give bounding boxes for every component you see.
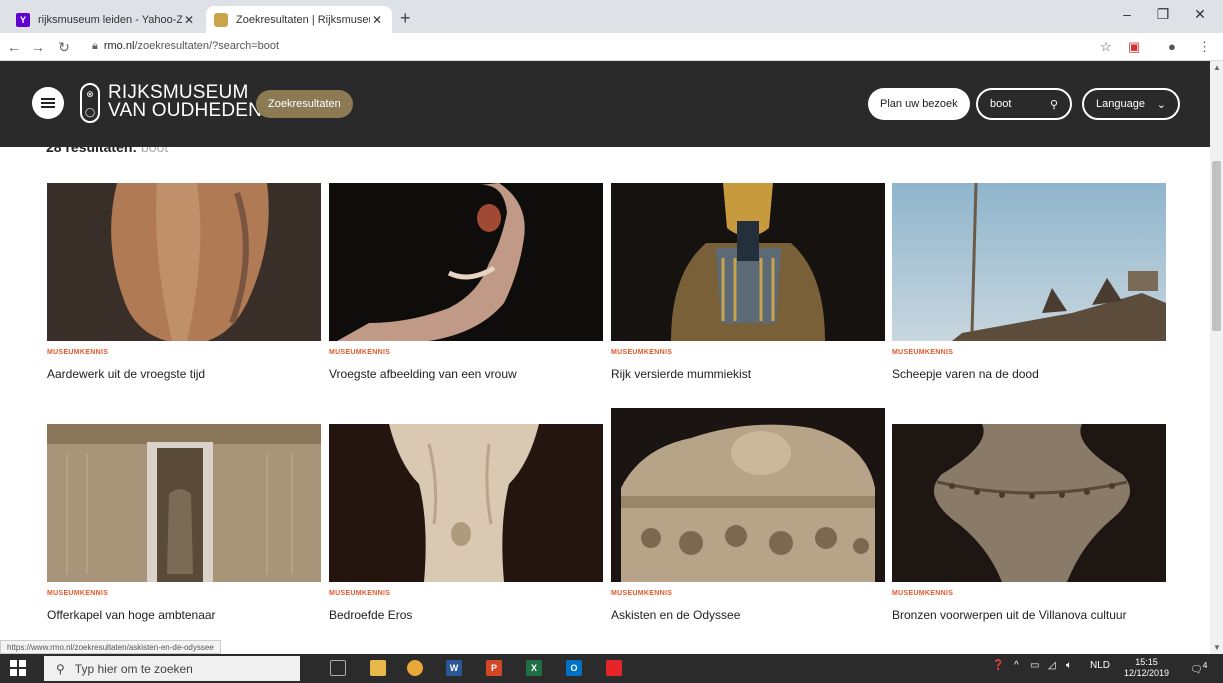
taskbar: ⚲ Typ hier om te zoeken W P X O ❓ ^ ▭ ◿ … bbox=[0, 654, 1223, 683]
result-image[interactable] bbox=[892, 424, 1166, 582]
card-title[interactable]: Offerkapel van hoge ambtenaar bbox=[47, 608, 216, 622]
language-indicator[interactable]: NLD bbox=[1090, 660, 1110, 671]
outlook-icon[interactable]: O bbox=[566, 660, 582, 676]
card-title[interactable]: Aardewerk uit de vroegste tijd bbox=[47, 367, 205, 381]
tray-expand-icon[interactable]: ^ bbox=[1014, 660, 1019, 671]
scroll-down-arrow-icon[interactable]: ▼ bbox=[1213, 643, 1221, 652]
page-viewport: 28 resultaten: boot MUSEUMKENNIS Aardewe… bbox=[0, 61, 1210, 654]
category-label: MUSEUMKENNIS bbox=[892, 349, 954, 356]
close-tab-icon[interactable]: ✕ bbox=[370, 13, 384, 27]
category-label: MUSEUMKENNIS bbox=[329, 349, 391, 356]
taskbar-search-input[interactable]: ⚲ Typ hier om te zoeken bbox=[44, 656, 300, 681]
menu-button[interactable] bbox=[32, 87, 64, 119]
category-label: MUSEUMKENNIS bbox=[611, 590, 673, 597]
browser-menu-icon[interactable]: ⋮ bbox=[1198, 39, 1211, 55]
language-select[interactable]: Language ⌄ bbox=[1082, 88, 1180, 120]
browser-tab-bar: Y rijksmuseum leiden - Yahoo-Zoe ✕ Zoekr… bbox=[0, 0, 1223, 33]
plan-visit-button[interactable]: Plan uw bezoek bbox=[868, 88, 970, 120]
yahoo-favicon-icon: Y bbox=[16, 12, 30, 27]
result-card[interactable]: MUSEUMKENNIS Offerkapel van hoge ambtena… bbox=[47, 424, 321, 622]
result-image[interactable] bbox=[329, 424, 603, 582]
card-title[interactable]: Rijk versierde mummiekist bbox=[611, 367, 751, 381]
powerpoint-icon[interactable]: P bbox=[486, 660, 502, 676]
network-icon[interactable]: ◿ bbox=[1048, 660, 1056, 671]
category-label: MUSEUMKENNIS bbox=[47, 349, 109, 356]
result-card[interactable]: MUSEUMKENNIS Vroegste afbeelding van een… bbox=[329, 183, 603, 381]
site-header: ⊗ ◯ RIJKSMUSEUM VAN OUDHEDEN Zoekresultat… bbox=[0, 61, 1210, 147]
card-title[interactable]: Scheepje varen na de dood bbox=[892, 367, 1039, 381]
hamburger-icon bbox=[41, 98, 55, 108]
card-title[interactable]: Bronzen voorwerpen uit de Villanova cult… bbox=[892, 608, 1127, 622]
tab-rmo[interactable]: Zoekresultaten | Rijksmuseum va ✕ bbox=[206, 6, 392, 33]
result-image[interactable] bbox=[892, 183, 1166, 341]
result-image[interactable] bbox=[611, 408, 885, 582]
lock-icon: 🔒︎ bbox=[92, 40, 98, 52]
address-bar: ← → ↻ 🔒︎ rmo.nl/zoekresultaten/?search=bo… bbox=[0, 33, 1223, 61]
card-title[interactable]: Bedroefde Eros bbox=[329, 608, 412, 622]
result-card[interactable]: MUSEUMKENNIS Askisten en de Odyssee bbox=[611, 408, 885, 622]
clock[interactable]: 15:15 12/12/2019 bbox=[1124, 657, 1169, 679]
search-icon: ⚲ bbox=[56, 661, 65, 676]
scroll-thumb[interactable] bbox=[1212, 161, 1221, 331]
category-label: MUSEUMKENNIS bbox=[611, 349, 673, 356]
profile-avatar-icon[interactable]: ● bbox=[1168, 39, 1176, 54]
battery-icon[interactable]: ▭ bbox=[1030, 660, 1039, 671]
search-icon[interactable]: ⚲ bbox=[1050, 98, 1058, 111]
notification-icon[interactable]: 🗨︎4 bbox=[1190, 660, 1207, 675]
result-card[interactable]: MUSEUMKENNIS Bedroefde Eros bbox=[329, 424, 603, 622]
category-label: MUSEUMKENNIS bbox=[329, 590, 391, 597]
back-arrow-icon[interactable]: ← bbox=[6, 39, 22, 55]
status-url: https://www.rmo.nl/zoekresultaten/askist… bbox=[0, 640, 221, 654]
task-view-icon[interactable] bbox=[330, 660, 346, 676]
result-card[interactable]: MUSEUMKENNIS Bronzen voorwerpen uit de V… bbox=[892, 424, 1166, 622]
result-image[interactable] bbox=[47, 424, 321, 582]
card-title[interactable]: Vroegste afbeelding van een vrouw bbox=[329, 367, 517, 381]
chrome-icon[interactable] bbox=[407, 660, 423, 676]
result-image[interactable] bbox=[611, 183, 885, 341]
page-scrollbar[interactable]: ▲ ▼ bbox=[1210, 61, 1223, 654]
reload-icon[interactable]: ↻ bbox=[56, 39, 72, 56]
site-logo[interactable]: RIJKSMUSEUM VAN OUDHEDEN bbox=[108, 83, 262, 120]
tab-title: Zoekresultaten | Rijksmuseum va bbox=[236, 13, 370, 26]
search-input[interactable]: boot ⚲ bbox=[976, 88, 1072, 120]
pdf-reader-icon[interactable] bbox=[606, 660, 622, 676]
bookmark-star-icon[interactable]: ☆ bbox=[1100, 39, 1112, 55]
excel-icon[interactable]: X bbox=[526, 660, 542, 676]
extension-icon[interactable]: ▣ bbox=[1128, 39, 1140, 55]
result-card[interactable]: MUSEUMKENNIS Rijk versierde mummiekist bbox=[611, 183, 885, 381]
file-explorer-icon[interactable] bbox=[370, 660, 386, 676]
windows-start-icon[interactable] bbox=[10, 660, 26, 676]
result-card[interactable]: MUSEUMKENNIS Aardewerk uit de vroegste t… bbox=[47, 183, 321, 381]
maximize-icon[interactable]: ❐ bbox=[1153, 6, 1173, 23]
window-close-icon[interactable]: ✕ bbox=[1190, 6, 1210, 23]
card-title[interactable]: Askisten en de Odyssee bbox=[611, 608, 740, 622]
help-icon[interactable]: ❓ bbox=[992, 660, 1004, 671]
word-icon[interactable]: W bbox=[446, 660, 462, 676]
notification-count: 4 bbox=[1202, 660, 1208, 670]
tab-yahoo[interactable]: Y rijksmuseum leiden - Yahoo-Zoe ✕ bbox=[8, 6, 204, 33]
category-label: MUSEUMKENNIS bbox=[892, 590, 954, 597]
volume-icon[interactable]: 🔈︎ bbox=[1066, 660, 1072, 671]
category-label: MUSEUMKENNIS bbox=[47, 590, 109, 597]
minimize-icon[interactable]: – bbox=[1117, 6, 1137, 22]
close-tab-icon[interactable]: ✕ bbox=[182, 13, 196, 27]
chevron-down-icon: ⌄ bbox=[1156, 98, 1166, 111]
forward-arrow-icon[interactable]: → bbox=[30, 39, 46, 55]
rmo-favicon-icon bbox=[214, 12, 228, 27]
new-tab-plus-icon[interactable]: + bbox=[400, 8, 411, 29]
rmo-logo-icon[interactable]: ⊗ ◯ bbox=[80, 83, 100, 123]
breadcrumb[interactable]: Zoekresultaten bbox=[256, 90, 353, 118]
result-image[interactable] bbox=[47, 183, 321, 341]
result-card[interactable]: MUSEUMKENNIS Scheepje varen na de dood bbox=[892, 183, 1166, 381]
result-image[interactable] bbox=[329, 183, 603, 341]
scroll-up-arrow-icon[interactable]: ▲ bbox=[1213, 63, 1221, 72]
url-field[interactable]: 🔒︎ rmo.nl/zoekresultaten/?search=boot bbox=[92, 40, 279, 53]
tab-title: rijksmuseum leiden - Yahoo-Zoe bbox=[38, 13, 182, 26]
